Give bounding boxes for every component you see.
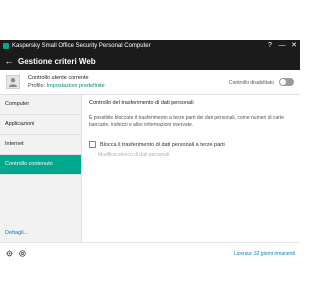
user-avatar-icon (6, 75, 20, 89)
toggle-knob (280, 79, 286, 85)
block-transfer-checkbox[interactable] (89, 141, 96, 148)
profile-label: Profilo: (28, 83, 46, 89)
sidebar-item-internet[interactable]: Internet (0, 135, 81, 155)
user-profile: Profilo: Impostazioni predefinite (28, 83, 105, 89)
title-bar: Kaspersky Small Office Security Personal… (0, 40, 300, 52)
control-status-text: Controllo disabilitato (228, 80, 274, 86)
content-panel: Controllo del trasferimento di dati pers… (82, 95, 300, 242)
app-window: Kaspersky Small Office Security Personal… (0, 40, 300, 265)
section-description: È possibile bloccare il trasferimento a … (89, 115, 285, 128)
support-icon[interactable] (19, 250, 26, 257)
sidebar-item-applicazioni[interactable]: Applicazioni (0, 115, 81, 135)
sidebar: Computer Applicazioni Internet Controllo… (0, 95, 82, 242)
user-name: Controllo utente corrente (28, 75, 89, 81)
sidebar-item-computer[interactable]: Computer (0, 95, 81, 115)
kaspersky-logo-icon (3, 43, 9, 49)
close-button[interactable]: ✕ (288, 40, 300, 52)
sidebar-item-controllo-contenuto[interactable]: Controllo contenuto (0, 155, 81, 175)
details-link[interactable]: Dettagli... (5, 230, 28, 236)
footer: Licenza: 32 giorni rimanenti (0, 242, 300, 265)
page-title: Gestione criteri Web (18, 56, 96, 66)
profile-link[interactable]: Impostazioni predefinite (47, 83, 105, 89)
block-transfer-label[interactable]: Blocca il trasferimento di dati personal… (100, 142, 225, 148)
user-bar: Controllo utente corrente Profilo: Impos… (0, 70, 300, 95)
page-header: ← Gestione criteri Web (0, 52, 300, 70)
minimize-button[interactable]: — (276, 40, 288, 52)
gear-icon[interactable] (6, 250, 13, 257)
block-transfer-option[interactable]: Blocca il trasferimento di dati personal… (89, 141, 225, 148)
window-title: Kaspersky Small Office Security Personal… (12, 43, 151, 49)
help-button[interactable]: ? (264, 40, 276, 52)
control-toggle[interactable] (279, 78, 294, 86)
license-link[interactable]: Licenza: 32 giorni rimanenti (234, 251, 295, 257)
edit-personal-data-link: Modifica elenco di dati personali (98, 152, 170, 158)
back-arrow-icon[interactable]: ← (0, 56, 18, 66)
section-title: Controllo del trasferimento di dati pers… (89, 100, 194, 106)
